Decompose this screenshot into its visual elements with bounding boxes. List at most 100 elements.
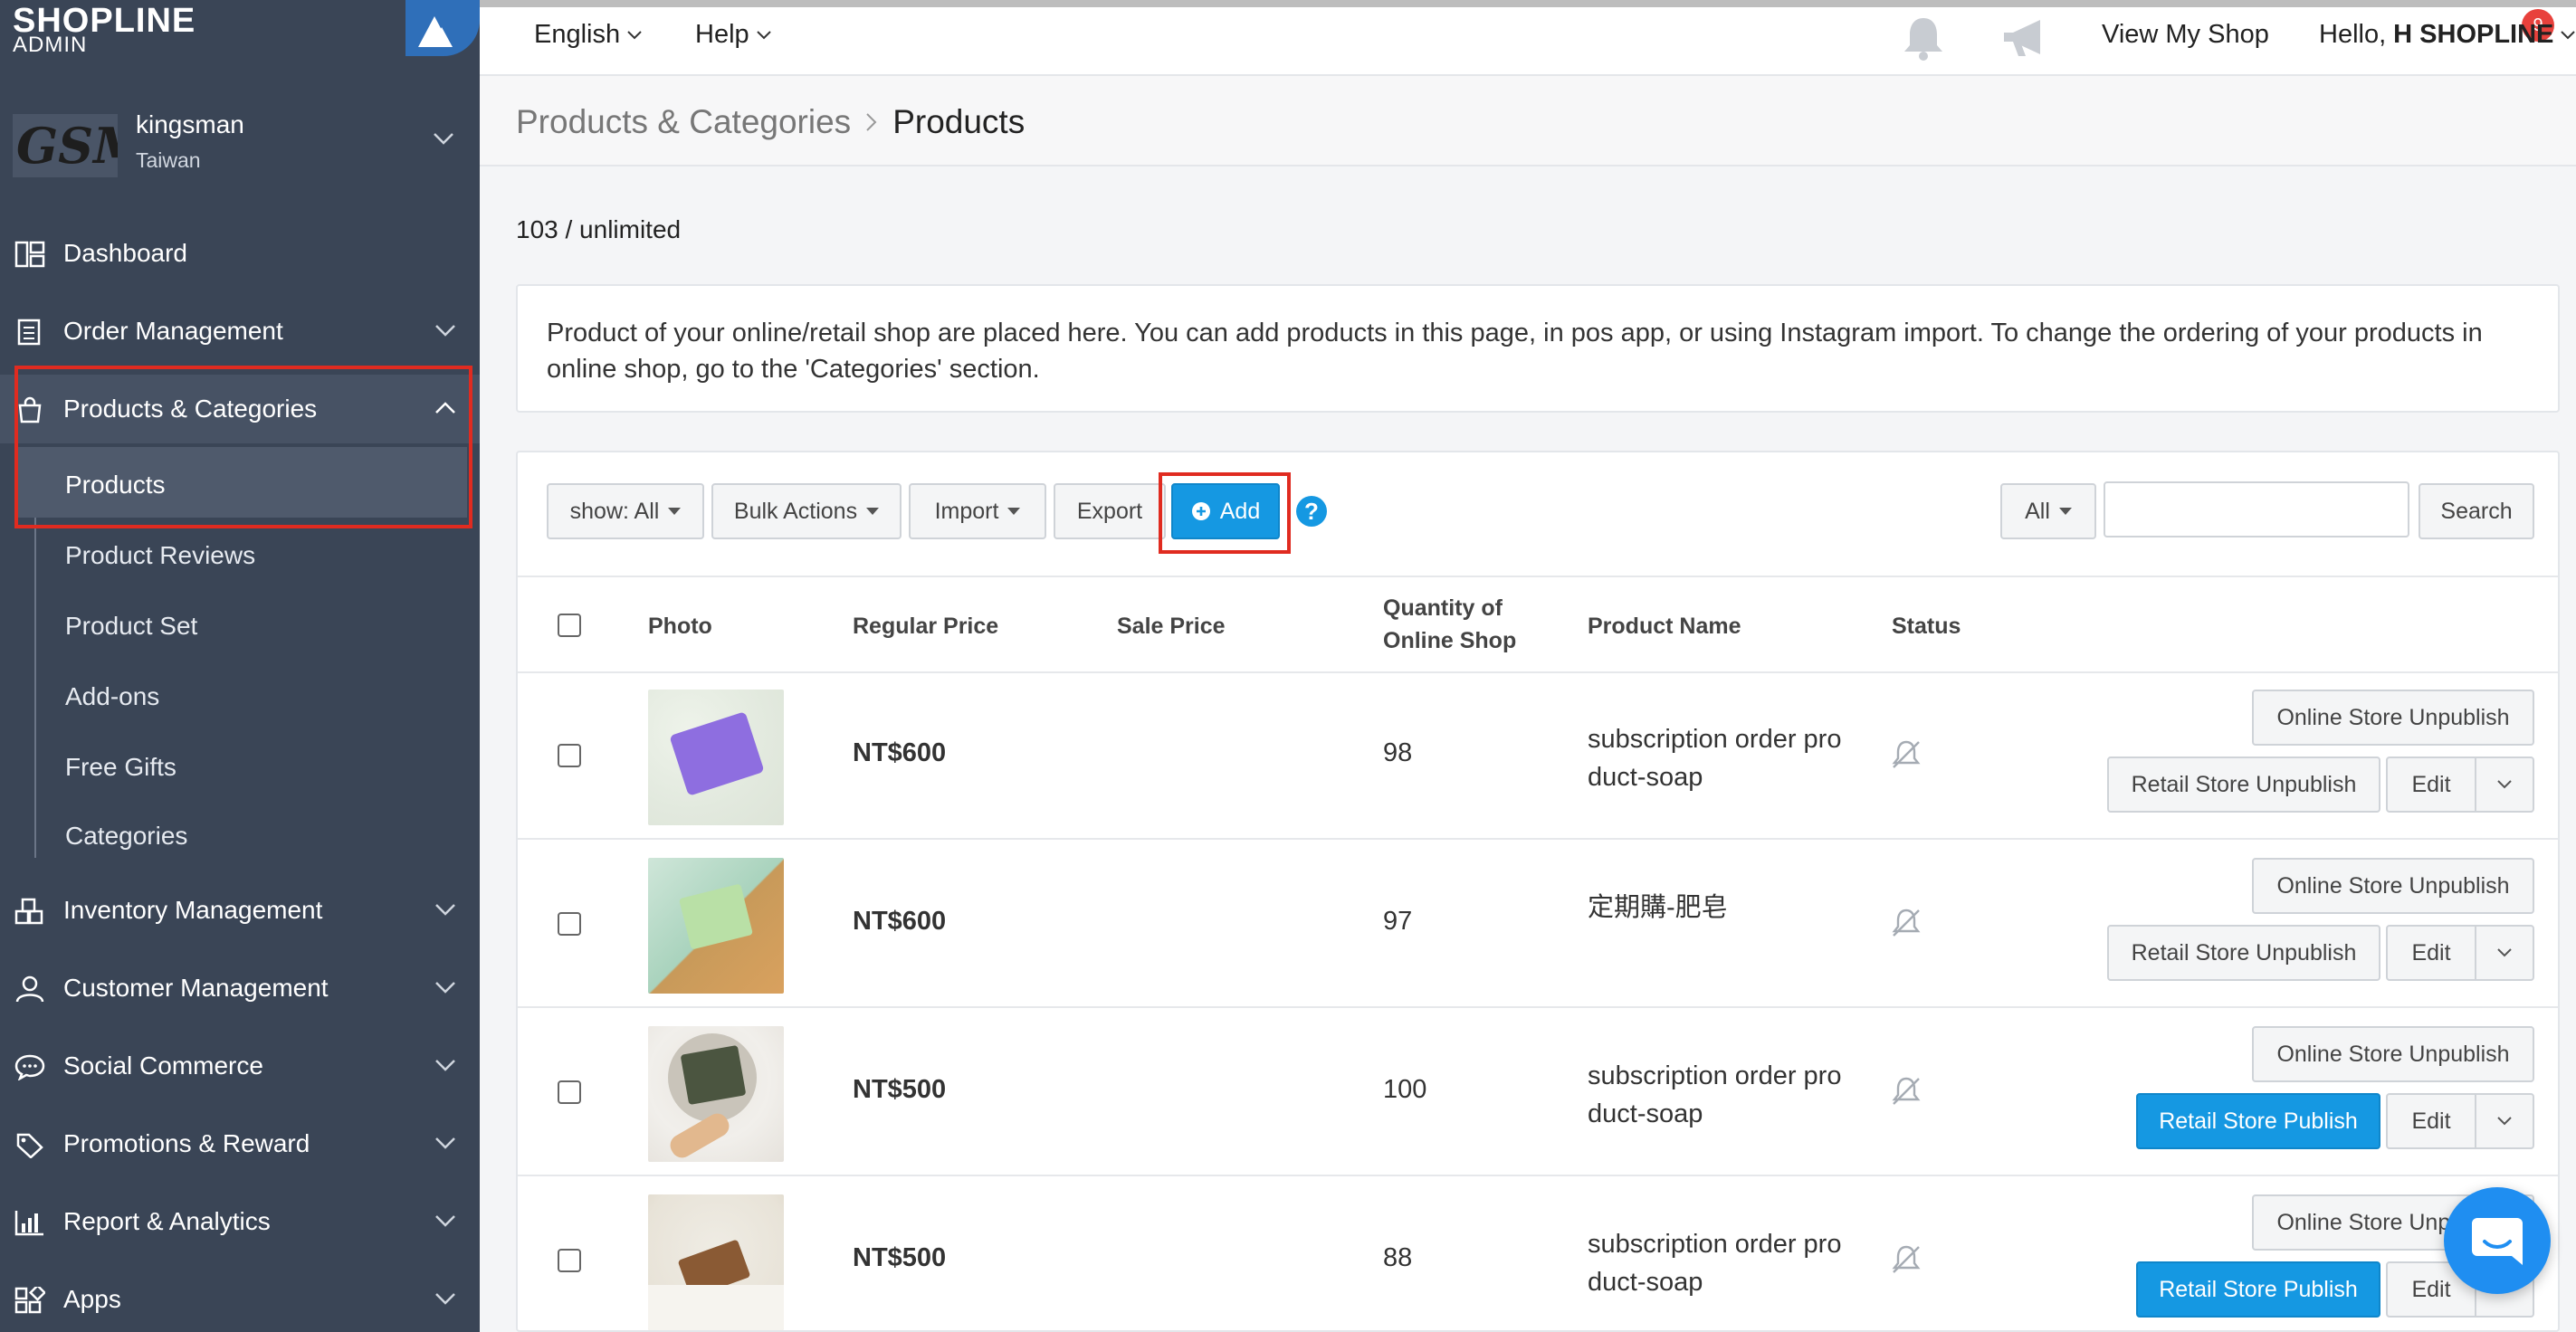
sidebar-item-order-management[interactable]: Order Management	[0, 297, 480, 366]
user-name: H SHOPLINE	[2393, 20, 2554, 49]
search-button[interactable]: Search	[2419, 483, 2534, 539]
row-actions-dropdown[interactable]	[2475, 756, 2534, 813]
products-panel: show: All Bulk Actions Import Export Add…	[516, 451, 2560, 1332]
product-photo[interactable]	[648, 690, 784, 825]
product-photo[interactable]	[648, 1194, 784, 1330]
chevron-down-icon	[756, 30, 771, 39]
chevron-down-icon	[435, 1137, 455, 1149]
table-header: Photo Regular Price Sale Price Quantity …	[518, 577, 2558, 673]
button-label: Retail Store Unpublish	[2131, 939, 2357, 966]
info-box: Product of your online/retail shop are p…	[516, 284, 2560, 413]
sidebar-item-report-analytics[interactable]: Report & Analytics	[0, 1187, 480, 1256]
sidebar-item-promotions-reward[interactable]: Promotions & Reward	[0, 1109, 480, 1178]
retail-store-toggle-button[interactable]: Retail Store Unpublish	[2107, 925, 2380, 981]
view-my-shop-link[interactable]: View My Shop	[2102, 20, 2269, 50]
quantity-online: 97	[1383, 907, 1413, 936]
edit-button[interactable]: Edit	[2386, 925, 2476, 981]
breadcrumb-current: Products	[892, 103, 1026, 140]
button-label: Import	[934, 498, 999, 524]
language-dropdown[interactable]: English	[534, 20, 642, 50]
show-filter-button[interactable]: show: All	[547, 483, 704, 539]
chevron-down-icon	[2561, 30, 2576, 39]
button-label: Online Store Unpublish	[2276, 1041, 2510, 1067]
product-name[interactable]: subscription order product-soap	[1588, 720, 1850, 796]
row-checkbox[interactable]	[558, 1080, 581, 1104]
table-row: NT$500 100 subscription order product-so…	[518, 1010, 2558, 1176]
chat-launcher-button[interactable]	[2444, 1187, 2551, 1294]
brand[interactable]: SHOPLINE ADMIN	[0, 0, 480, 76]
chat-bubble-icon	[2472, 1218, 2523, 1265]
button-label: Edit	[2411, 939, 2451, 966]
chevron-down-icon	[2497, 780, 2512, 789]
edit-button[interactable]: Edit	[2386, 756, 2476, 813]
top-bar: English Help 9 View My Shop Hello, H SHO…	[480, 0, 2576, 76]
sidebar-item-label: Order Management	[63, 317, 283, 345]
retail-store-toggle-button[interactable]: Retail Store Publish	[2136, 1093, 2380, 1149]
regular-price: NT$500	[853, 1075, 947, 1104]
chevron-down-icon	[434, 133, 453, 145]
submenu-item-product-reviews[interactable]: Product Reviews	[65, 541, 255, 570]
column-product-name[interactable]: Product Name	[1588, 610, 1741, 642]
row-actions-dropdown[interactable]	[2475, 1093, 2534, 1149]
sidebar-item-apps[interactable]: Apps	[0, 1265, 480, 1332]
bell-icon[interactable]	[1899, 14, 1948, 62]
product-photo[interactable]	[648, 1026, 784, 1162]
caret-down-icon	[2058, 508, 2072, 515]
row-actions-dropdown[interactable]	[2475, 925, 2534, 981]
submenu-item-product-set[interactable]: Product Set	[65, 612, 197, 641]
submenu-item-free-gifts[interactable]: Free Gifts	[65, 753, 177, 782]
brand-sub: ADMIN	[13, 33, 88, 57]
product-photo[interactable]	[648, 858, 784, 994]
retail-store-toggle-button[interactable]: Retail Store Publish	[2136, 1261, 2380, 1318]
online-store-unpublish-button[interactable]: Online Store Unpublish	[2252, 858, 2534, 914]
row-checkbox[interactable]	[558, 744, 581, 767]
brand-mark-icon[interactable]	[405, 0, 480, 56]
user-menu[interactable]: Hello, H SHOPLINE	[2319, 20, 2576, 50]
shop-switcher[interactable]: GSM kingsman Taiwan	[0, 100, 480, 190]
product-name[interactable]: subscription order product-soap	[1588, 1057, 1850, 1133]
submenu-item-add-ons[interactable]: Add-ons	[65, 682, 159, 711]
bulk-actions-button[interactable]: Bulk Actions	[711, 483, 902, 539]
row-checkbox[interactable]	[558, 1249, 581, 1272]
sidebar-item-label: Report & Analytics	[63, 1207, 271, 1235]
sidebar-item-inventory-management[interactable]: Inventory Management	[0, 876, 480, 945]
button-label: show: All	[569, 498, 660, 524]
breadcrumb-parent[interactable]: Products & Categories	[516, 103, 851, 141]
column-qty-line2[interactable]: Online Shop	[1383, 624, 1516, 657]
button-label: Online Store Unpublish	[2276, 704, 2510, 730]
bell-off-icon	[1892, 909, 1921, 937]
chat-icon	[14, 1054, 45, 1080]
select-all-checkbox[interactable]	[558, 614, 581, 637]
sidebar-item-dashboard[interactable]: Dashboard	[0, 219, 480, 288]
submenu-item-categories[interactable]: Categories	[65, 822, 187, 851]
sidebar-item-social-commerce[interactable]: Social Commerce	[0, 1032, 480, 1100]
retail-store-toggle-button[interactable]: Retail Store Unpublish	[2107, 756, 2380, 813]
column-sale-price[interactable]: Sale Price	[1117, 610, 1226, 642]
column-photo: Photo	[648, 614, 712, 639]
table-row: NT$600 98 subscription order product-soa…	[518, 673, 2558, 840]
product-name[interactable]: subscription order product-soap	[1588, 1225, 1850, 1301]
button-label: Retail Store Publish	[2159, 1276, 2358, 1302]
search-input[interactable]	[2104, 481, 2409, 538]
product-name[interactable]: 定期購-肥皂	[1588, 889, 1850, 927]
caret-down-icon	[866, 508, 880, 515]
megaphone-icon[interactable]	[2000, 16, 2055, 60]
button-label: Edit	[2411, 771, 2451, 797]
caret-down-icon	[668, 508, 682, 515]
online-store-unpublish-button[interactable]: Online Store Unpublish	[2252, 1026, 2534, 1082]
chevron-down-icon	[2497, 948, 2512, 957]
column-qty-line1[interactable]: Quantity of	[1383, 592, 1503, 624]
import-button[interactable]: Import	[909, 483, 1046, 539]
help-dropdown[interactable]: Help	[695, 20, 771, 50]
sidebar-item-customer-management[interactable]: Customer Management	[0, 954, 480, 1023]
edit-button[interactable]: Edit	[2386, 1093, 2476, 1149]
shop-name: kingsman	[136, 110, 244, 138]
export-button[interactable]: Export	[1054, 483, 1166, 539]
help-question-icon[interactable]: ?	[1296, 496, 1327, 527]
toolbar: show: All Bulk Actions Import Export Add…	[518, 452, 2558, 577]
button-label: Bulk Actions	[733, 498, 858, 524]
online-store-unpublish-button[interactable]: Online Store Unpublish	[2252, 690, 2534, 746]
row-checkbox[interactable]	[558, 912, 581, 936]
column-regular-price[interactable]: Regular Price	[853, 610, 998, 642]
search-scope-dropdown[interactable]: All	[2000, 483, 2096, 539]
